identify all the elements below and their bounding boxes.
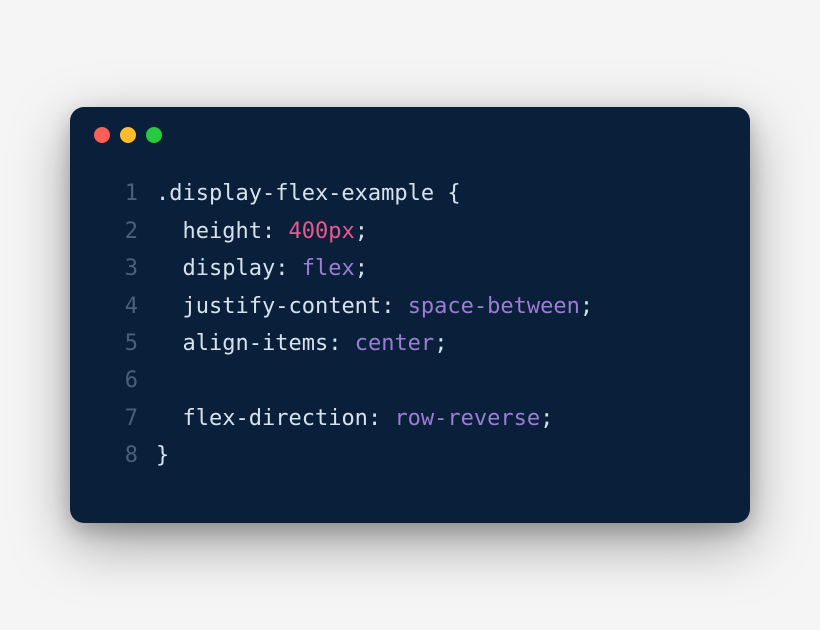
line-number: 4 — [102, 288, 138, 325]
line-content: flex-direction: row-reverse; — [156, 400, 553, 437]
line-content: display: flex; — [156, 250, 368, 287]
code-token: } — [156, 443, 169, 468]
line-content: justify-content: space-between; — [156, 288, 593, 325]
line-number: 1 — [102, 175, 138, 212]
code-token: : — [262, 219, 289, 244]
code-token — [156, 256, 183, 281]
code-line: 4 justify-content: space-between; — [102, 288, 718, 325]
code-token: : — [328, 331, 355, 356]
code-token — [156, 331, 183, 356]
code-token: ; — [434, 331, 447, 356]
code-line: 3 display: flex; — [102, 250, 718, 287]
line-content: height: 400px; — [156, 213, 368, 250]
code-area: 1.display-flex-example {2 height: 400px;… — [70, 151, 750, 522]
code-token — [156, 294, 183, 319]
code-token: ; — [355, 219, 368, 244]
code-token: space-between — [408, 294, 580, 319]
close-icon[interactable] — [94, 127, 110, 143]
line-number: 2 — [102, 213, 138, 250]
code-token: flex-direction — [183, 406, 368, 431]
code-token: : — [368, 406, 395, 431]
code-token: { — [447, 181, 460, 206]
code-token: 400px — [288, 219, 354, 244]
minimize-icon[interactable] — [120, 127, 136, 143]
code-token: display — [183, 256, 276, 281]
code-line: 8} — [102, 437, 718, 474]
line-number: 3 — [102, 250, 138, 287]
line-content: align-items: center; — [156, 325, 447, 362]
code-token: ; — [580, 294, 593, 319]
code-token: row-reverse — [394, 406, 540, 431]
code-line: 6 — [102, 362, 718, 399]
window-titlebar — [70, 107, 750, 151]
code-token: align-items — [183, 331, 329, 356]
code-window: 1.display-flex-example {2 height: 400px;… — [70, 107, 750, 522]
code-token: justify-content — [183, 294, 382, 319]
code-token: ; — [355, 256, 368, 281]
line-number: 8 — [102, 437, 138, 474]
line-number: 7 — [102, 400, 138, 437]
code-token: .display-flex-example — [156, 181, 447, 206]
code-line: 1 .display-flex-example { — [102, 175, 718, 212]
code-line: 5 align-items: center; — [102, 325, 718, 362]
line-number: 6 — [102, 362, 138, 399]
code-token — [156, 406, 183, 431]
code-line: 7 flex-direction: row-reverse; — [102, 400, 718, 437]
code-token: center — [355, 331, 434, 356]
code-token: height — [183, 219, 262, 244]
code-token: ; — [540, 406, 553, 431]
line-content: } — [156, 437, 169, 474]
line-number: 5 — [102, 325, 138, 362]
code-token — [156, 219, 183, 244]
code-line: 2 height: 400px; — [102, 213, 718, 250]
code-token: flex — [302, 256, 355, 281]
code-token: : — [275, 256, 302, 281]
maximize-icon[interactable] — [146, 127, 162, 143]
code-token: : — [381, 294, 408, 319]
line-content: .display-flex-example { — [156, 175, 461, 212]
